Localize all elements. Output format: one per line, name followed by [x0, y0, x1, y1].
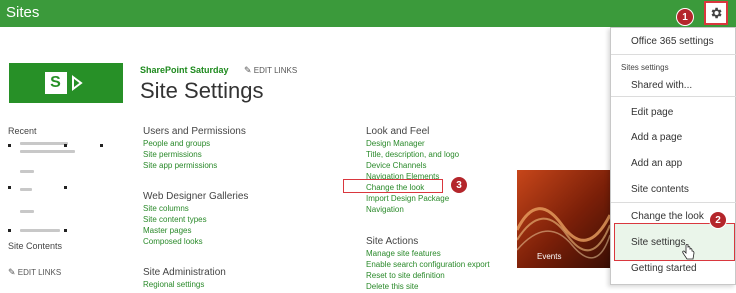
blurred-link[interactable] [20, 142, 68, 145]
top-bar [0, 0, 736, 27]
section-title-site-actions: Site Actions [366, 236, 419, 247]
blurred-link[interactable] [20, 210, 34, 213]
link-device-channels[interactable]: Device Channels [366, 161, 426, 172]
link-site-columns[interactable]: Site columns [143, 204, 189, 215]
edit-links-left[interactable]: ✎ EDIT LINKS [8, 267, 61, 278]
menu-item-change-the-look[interactable]: Change the look [631, 211, 704, 222]
site-logo[interactable]: S [9, 63, 123, 103]
site-name-link[interactable]: SharePoint Saturday [140, 65, 229, 75]
bullet [8, 186, 11, 189]
bullet [8, 144, 11, 147]
left-nav-site-contents[interactable]: Site Contents [8, 241, 62, 251]
link-composed-looks[interactable]: Composed looks [143, 237, 203, 248]
bullet [64, 229, 67, 232]
menu-header-sites-settings: Sites settings [621, 63, 669, 72]
link-delete-this-site[interactable]: Delete this site [366, 282, 418, 293]
events-tile-art [517, 207, 610, 259]
section-title-users: Users and Permissions [143, 126, 246, 137]
menu-item-edit-page[interactable]: Edit page [631, 107, 673, 118]
section-title-look-feel: Look and Feel [366, 126, 430, 137]
link-regional-settings[interactable]: Regional settings [143, 280, 204, 291]
link-manage-site-features[interactable]: Manage site features [366, 249, 441, 260]
menu-divider [611, 54, 736, 55]
section-title-site-admin: Site Administration [143, 267, 226, 278]
link-enable-search-export[interactable]: Enable search configuration export [366, 260, 490, 271]
link-site-permissions[interactable]: Site permissions [143, 150, 202, 161]
link-people-groups[interactable]: People and groups [143, 139, 210, 150]
sharepoint-arrow-icon [71, 75, 83, 91]
menu-item-site-settings[interactable]: Site settings [631, 237, 685, 248]
bullet [8, 229, 11, 232]
pencil-icon: ✎ [244, 65, 252, 75]
link-site-content-types[interactable]: Site content types [143, 215, 207, 226]
annotation-badge-3: 3 [451, 177, 467, 193]
link-reset-site-definition[interactable]: Reset to site definition [366, 271, 445, 282]
menu-item-add-page[interactable]: Add a page [631, 132, 682, 143]
annotation-badge-1: 1 [677, 9, 693, 25]
hand-cursor-icon [682, 244, 695, 260]
menu-divider [611, 202, 736, 203]
blurred-link[interactable] [20, 170, 34, 173]
page-title: Site Settings [140, 78, 264, 103]
blurred-link[interactable] [20, 229, 60, 232]
menu-item-office365-settings[interactable]: Office 365 settings [631, 36, 714, 47]
menu-item-shared-with[interactable]: Shared with... [631, 80, 692, 91]
settings-gear-button[interactable] [704, 1, 728, 25]
section-title-web-designer: Web Designer Galleries [143, 191, 249, 202]
blurred-link[interactable] [20, 188, 32, 191]
link-site-app-permissions[interactable]: Site app permissions [143, 161, 217, 172]
edit-links-top[interactable]: ✎ EDIT LINKS [244, 65, 297, 76]
link-navigation[interactable]: Navigation [366, 205, 404, 216]
app-title[interactable]: Sites [6, 4, 39, 21]
bullet [64, 186, 67, 189]
bullet [64, 144, 67, 147]
menu-item-site-contents[interactable]: Site contents [631, 184, 689, 195]
annotation-badge-2: 2 [710, 212, 726, 228]
edit-links-label: EDIT LINKS [17, 268, 62, 277]
link-title-description-logo[interactable]: Title, description, and logo [366, 150, 459, 161]
menu-divider [611, 96, 736, 97]
events-tile-label: Events [537, 252, 562, 261]
settings-menu: Office 365 settings Sites settings Share… [610, 27, 736, 285]
events-tile[interactable] [517, 170, 610, 268]
menu-item-getting-started[interactable]: Getting started [631, 263, 697, 274]
blurred-link[interactable] [20, 150, 75, 153]
link-import-design-package[interactable]: Import Design Package [366, 194, 449, 205]
bullet [100, 144, 103, 147]
link-change-the-look[interactable]: Change the look [366, 183, 424, 194]
gear-icon [711, 7, 722, 19]
edit-links-label: EDIT LINKS [253, 66, 298, 75]
link-design-manager[interactable]: Design Manager [366, 139, 425, 150]
left-nav-recent[interactable]: Recent [8, 126, 37, 136]
menu-item-add-app[interactable]: Add an app [631, 158, 682, 169]
sharepoint-logo-icon: S [44, 72, 67, 94]
link-master-pages[interactable]: Master pages [143, 226, 191, 237]
pencil-icon: ✎ [8, 267, 16, 277]
